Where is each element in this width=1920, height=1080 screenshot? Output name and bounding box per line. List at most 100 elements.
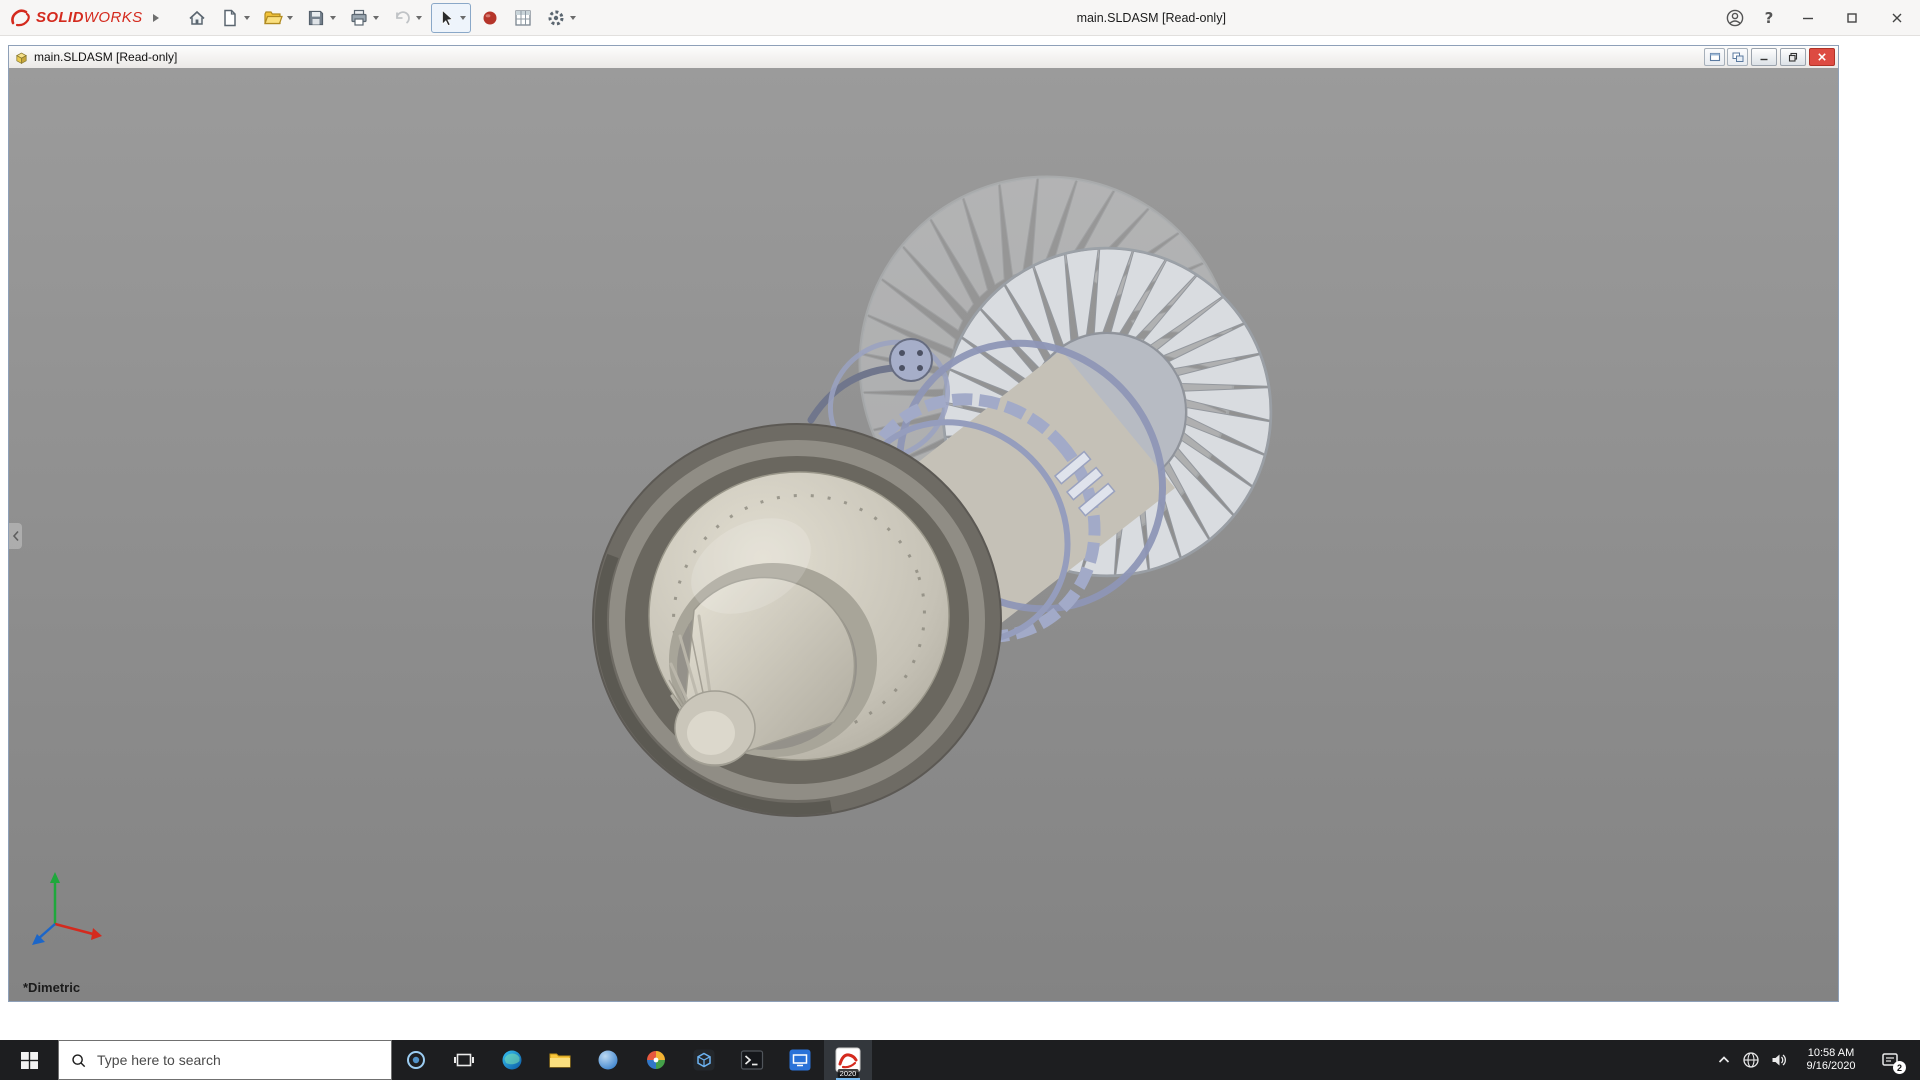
help-icon: ?	[1764, 8, 1774, 27]
notification-badge: 2	[1893, 1061, 1906, 1074]
edge-icon	[502, 1050, 522, 1070]
new-document-button[interactable]	[217, 5, 243, 31]
task-view-button[interactable]	[440, 1040, 488, 1080]
select-cursor-icon	[441, 9, 453, 26]
terminal-icon	[740, 1050, 764, 1070]
dropdown-caret[interactable]	[415, 15, 422, 20]
file-explorer-icon	[549, 1053, 571, 1068]
close-icon	[1892, 13, 1902, 22]
client-area: main.SLDASM [Read-only] *Dimetric	[0, 36, 1920, 1040]
save-icon	[308, 10, 323, 25]
appearance-icon	[483, 11, 497, 24]
open-folder-icon	[263, 10, 283, 24]
volume-button[interactable]	[1765, 1040, 1793, 1080]
search-icon	[72, 1053, 86, 1067]
chevron-right-icon	[152, 13, 159, 22]
doc-window-button-1[interactable]	[1704, 48, 1725, 66]
print-button[interactable]	[346, 5, 372, 31]
doc-window-icon-1	[1709, 52, 1720, 62]
edge-button[interactable]	[488, 1040, 536, 1080]
open-button[interactable]	[260, 5, 286, 31]
new-document-icon	[223, 9, 236, 26]
appearance-button[interactable]	[477, 5, 503, 31]
terminal-button[interactable]	[728, 1040, 776, 1080]
close-button[interactable]	[1874, 0, 1920, 35]
design-table-button[interactable]	[510, 5, 536, 31]
cortana-button[interactable]	[392, 1040, 440, 1080]
cortana-icon	[407, 1051, 425, 1069]
file-explorer-button[interactable]	[536, 1040, 584, 1080]
action-center-button[interactable]: 2	[1869, 1040, 1911, 1080]
maximize-icon	[1847, 12, 1857, 23]
account-icon	[1726, 9, 1744, 26]
dropdown-caret[interactable]	[459, 15, 466, 20]
taskbar: 2020 10:58 AM 9/16/2020 2	[0, 1040, 1920, 1080]
task-view-icon	[454, 1053, 474, 1067]
search-input[interactable]	[95, 1051, 349, 1069]
titlebar-right-controls: ?	[1718, 0, 1920, 35]
dropdown-caret[interactable]	[286, 15, 293, 20]
doc-minimize-button[interactable]	[1751, 48, 1777, 66]
ds-mark-icon	[11, 8, 30, 26]
doc-close-button[interactable]	[1809, 48, 1835, 66]
minimize-icon	[1803, 17, 1813, 19]
tray-expand-button[interactable]	[1711, 1040, 1737, 1080]
minimize-button[interactable]	[1786, 0, 1830, 35]
solidworks-logo: SOLIDWORKS	[10, 8, 143, 28]
home-button[interactable]	[184, 5, 210, 31]
solidworks-taskbar-button[interactable]: 2020	[824, 1040, 872, 1080]
save-button[interactable]	[303, 5, 329, 31]
chevron-up-icon	[1718, 1056, 1730, 1063]
network-globe-icon	[1743, 1052, 1759, 1068]
cube-app-icon	[693, 1049, 715, 1071]
select-tool-button[interactable]	[433, 5, 459, 31]
screen: SOLIDWORKS main.SLDASM [Read-only] ? mai…	[0, 0, 1920, 1080]
window-title: main.SLDASM [Read-only]	[1076, 10, 1226, 25]
document-caption-buttons	[1702, 48, 1835, 66]
clock-time: 10:58 AM	[1807, 1046, 1855, 1059]
blue-app-icon	[789, 1049, 811, 1071]
doc-restore-button[interactable]	[1780, 48, 1806, 66]
doc-window-button-2[interactable]	[1727, 48, 1748, 66]
photos-app-button[interactable]	[632, 1040, 680, 1080]
volume-icon	[1772, 1054, 1786, 1066]
dropdown-caret[interactable]	[243, 15, 250, 20]
graphics-viewport[interactable]: *Dimetric	[9, 68, 1838, 1001]
document-window: main.SLDASM [Read-only] *Dimetric	[8, 45, 1839, 1002]
options-button[interactable]	[543, 5, 569, 31]
network-button[interactable]	[1737, 1040, 1765, 1080]
clock-date: 9/16/2020	[1806, 1060, 1856, 1072]
chevron-left-icon	[12, 530, 19, 542]
print-icon	[350, 9, 367, 26]
browser-button[interactable]	[584, 1040, 632, 1080]
maximize-button[interactable]	[1830, 0, 1874, 35]
design-table-icon	[514, 9, 531, 26]
dropdown-caret[interactable]	[569, 15, 576, 20]
brand-text: SOLIDWORKS	[36, 9, 143, 26]
dropdown-caret[interactable]	[372, 15, 379, 20]
document-titlebar[interactable]: main.SLDASM [Read-only]	[9, 46, 1838, 69]
undo-button[interactable]	[389, 5, 415, 31]
menu-expand-arrow[interactable]	[147, 6, 165, 30]
help-button[interactable]: ?	[1752, 0, 1786, 35]
taskbar-search[interactable]	[58, 1040, 392, 1080]
solidworks-year-badge: 2020	[837, 1069, 859, 1078]
minimize-icon	[1760, 58, 1768, 61]
home-icon	[188, 10, 205, 25]
document-title: main.SLDASM [Read-only]	[34, 50, 178, 64]
account-button[interactable]	[1718, 0, 1752, 35]
system-tray: 10:58 AM 9/16/2020 2	[1711, 1040, 1920, 1080]
doc-window-icon-2	[1732, 52, 1743, 62]
select-tool-group	[430, 2, 471, 33]
panel-collapse-handle[interactable]	[9, 523, 22, 549]
dropdown-caret[interactable]	[329, 15, 336, 20]
engine-3d-model	[9, 68, 1838, 1001]
quick-access-toolbar	[183, 2, 585, 33]
taskbar-clock[interactable]: 10:58 AM 9/16/2020	[1793, 1047, 1869, 1074]
undo-icon	[395, 10, 410, 24]
options-gear-icon	[548, 10, 564, 25]
restore-icon	[1788, 52, 1798, 62]
start-button[interactable]	[0, 1040, 58, 1080]
cube-app-button[interactable]	[680, 1040, 728, 1080]
blue-app-button[interactable]	[776, 1040, 824, 1080]
